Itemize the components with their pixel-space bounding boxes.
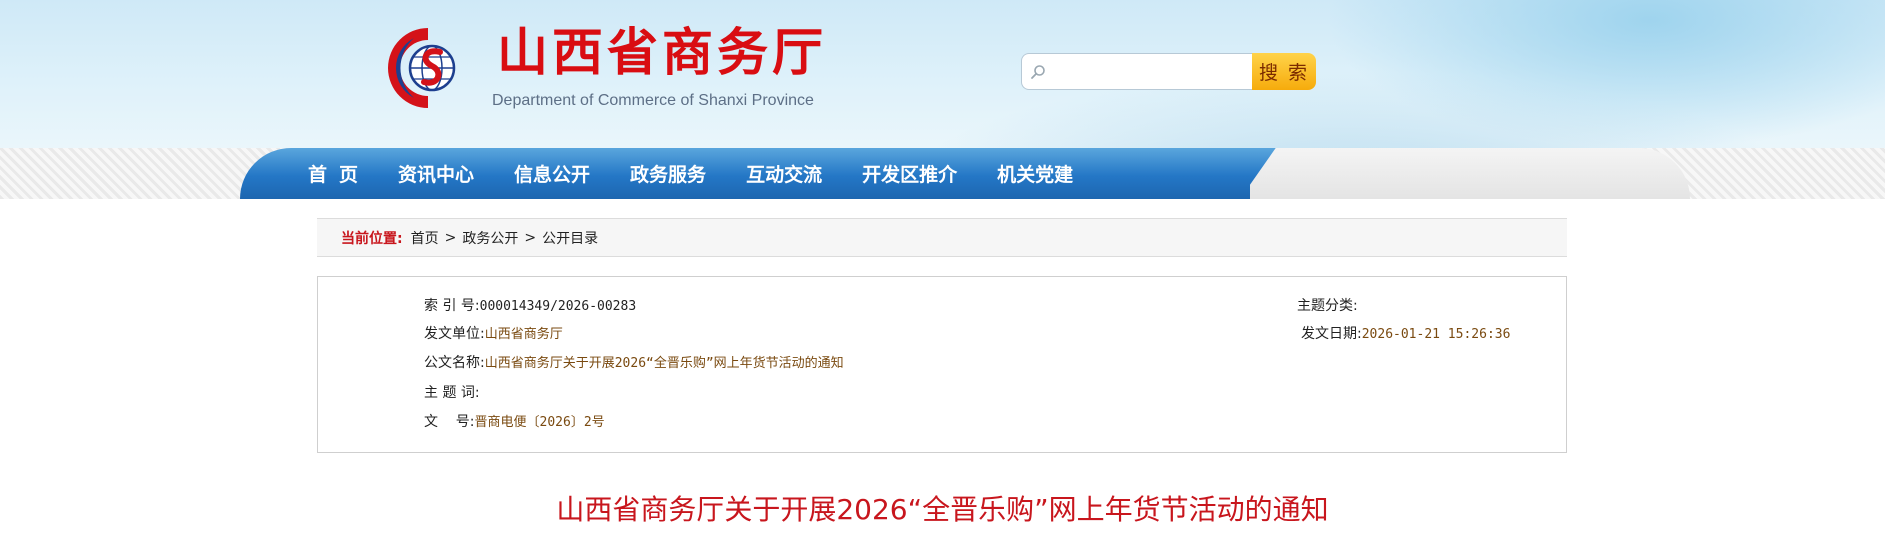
nav-item-party-building[interactable]: 机关党建 [997, 160, 1073, 187]
breadcrumb-separator: > [444, 229, 457, 246]
info-row-topic: 主题分类: [1297, 295, 1358, 315]
doc-name-value: 山西省商务厅关于开展2026“全晋乐购”网上年货节活动的通知 [484, 356, 844, 371]
info-row-keywords: 主 题 词: [424, 382, 480, 402]
document-info-box: 索 引 号:000014349/2026-00283 主题分类: 发文单位:山西… [317, 276, 1567, 453]
breadcrumb-item-home[interactable]: 首页 [411, 228, 439, 248]
date-value: 2026-01-21 15:26:36 [1361, 327, 1511, 342]
breadcrumb-item-gov-affairs[interactable]: 政务公开 [462, 228, 518, 248]
nav-item-dev-zones[interactable]: 开发区推介 [862, 160, 957, 187]
department-logo-icon [388, 28, 456, 108]
nav-item-info-disclosure[interactable]: 信息公开 [514, 160, 590, 187]
nav-gray-band [1210, 148, 1690, 199]
nav-item-news[interactable]: 资讯中心 [398, 160, 474, 187]
doc-name-label: 公文名称: [424, 355, 485, 371]
breadcrumb: 当前位置: 首页 > 政务公开 > 公开目录 [317, 218, 1567, 257]
info-row-index: 索 引 号:000014349/2026-00283 [424, 295, 636, 315]
info-row-doc-number: 文 号:晋商电便〔2026〕2号 [424, 411, 605, 431]
info-row-doc-name: 公文名称:山西省商务厅关于开展2026“全晋乐购”网上年货节活动的通知 [424, 352, 844, 372]
breadcrumb-separator: > [524, 229, 537, 246]
search-input[interactable] [1048, 60, 1252, 86]
search-button[interactable]: 搜 索 [1252, 53, 1316, 90]
main-nav: 首页 资讯中心 信息公开 政务服务 互动交流 开发区推介 机关党建 [308, 148, 1113, 199]
keywords-label: 主 题 词: [424, 385, 480, 401]
topic-label: 主题分类: [1297, 298, 1358, 314]
index-label: 索 引 号: [424, 298, 480, 314]
search-field[interactable] [1021, 53, 1253, 90]
site-header: 山西省商务厅 Department of Commerce of Shanxi … [0, 0, 1885, 148]
doc-number-label: 文 号: [424, 414, 475, 430]
doc-number-value: 晋商电便〔2026〕2号 [474, 415, 605, 430]
search-icon [1031, 65, 1045, 79]
info-row-date: 发文日期:2026-01-21 15:26:36 [1301, 323, 1510, 343]
breadcrumb-item-catalog[interactable]: 公开目录 [542, 228, 598, 248]
info-row-issuer: 发文单位:山西省商务厅 [424, 323, 563, 343]
site-subtitle: Department of Commerce of Shanxi Provinc… [492, 92, 814, 109]
nav-item-home[interactable]: 首页 [308, 160, 370, 187]
site-title: 山西省商务厅 [497, 24, 828, 83]
index-value: 000014349/2026-00283 [479, 299, 637, 314]
article-title: 山西省商务厅关于开展2026“全晋乐购”网上年货节活动的通知 [556, 493, 1329, 526]
nav-item-interaction[interactable]: 互动交流 [746, 160, 822, 187]
issuer-value: 山西省商务厅 [484, 327, 563, 342]
issuer-label: 发文单位: [424, 326, 485, 342]
nav-item-gov-services[interactable]: 政务服务 [630, 160, 706, 187]
date-label: 发文日期: [1301, 326, 1362, 342]
breadcrumb-label: 当前位置: [341, 230, 403, 247]
